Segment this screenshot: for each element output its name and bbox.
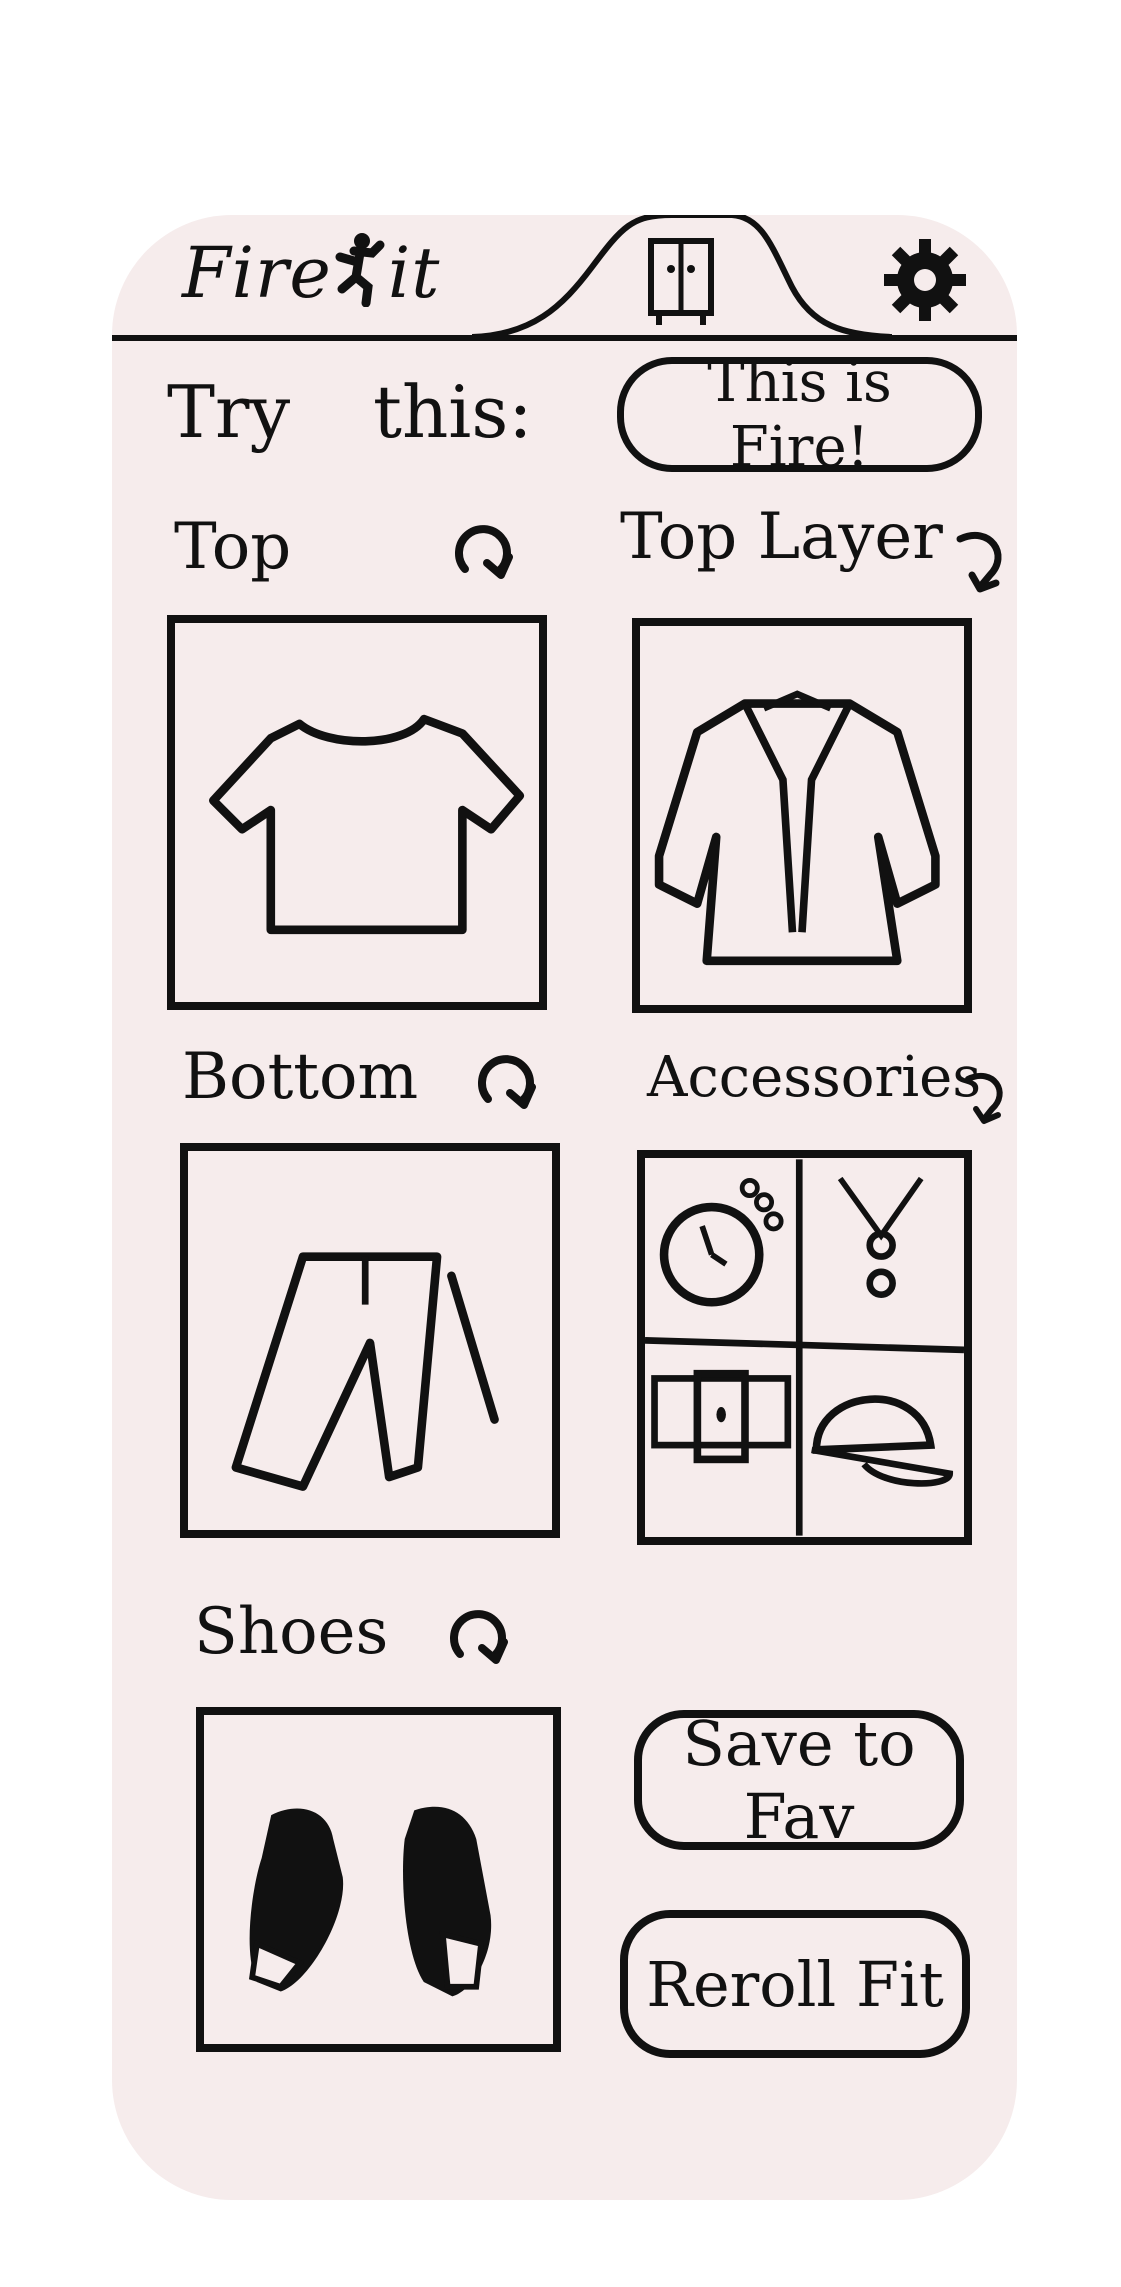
shoes-label: Shoes xyxy=(194,1595,389,1669)
reroll-bottom-icon[interactable] xyxy=(470,1045,544,1119)
reroll-shoes-icon[interactable] xyxy=(442,1600,516,1674)
this-is-fire-button[interactable]: This is Fire! xyxy=(617,350,982,480)
app-header: Fire it xyxy=(112,215,1017,341)
pants-icon xyxy=(231,1252,499,1491)
accessories-item-card[interactable] xyxy=(637,1150,972,1545)
accessories-label: Accessories xyxy=(647,1045,982,1110)
runner-icon xyxy=(335,233,385,307)
jacket-icon xyxy=(654,690,940,966)
top-layer-item-card[interactable] xyxy=(632,618,972,1013)
bottom-label: Bottom xyxy=(182,1040,419,1114)
accessories-icon xyxy=(645,1159,964,1536)
wardrobe-icon[interactable] xyxy=(647,237,715,327)
shoes-icon xyxy=(248,1806,492,1997)
tshirt-icon xyxy=(209,714,525,935)
phone-screen: Fire it Try this: This is Fire! Top Top … xyxy=(112,215,1017,2200)
header-divider xyxy=(112,335,1017,341)
top-item-card[interactable] xyxy=(167,615,547,1010)
logo-text-it: it xyxy=(387,232,441,314)
logo-text-fire: Fire xyxy=(182,232,332,314)
save-to-fav-button[interactable]: Save to Fav xyxy=(634,1707,964,1853)
reroll-top-layer-icon[interactable] xyxy=(950,525,1010,595)
reroll-top-icon[interactable] xyxy=(447,515,521,589)
reroll-accessories-icon[interactable] xyxy=(960,1067,1010,1127)
top-label: Top xyxy=(174,510,292,584)
app-logo: Fire it xyxy=(182,231,440,314)
shoes-item-card[interactable] xyxy=(196,1707,561,2052)
reroll-fit-button[interactable]: Reroll Fit xyxy=(620,1910,970,2058)
bottom-item-card[interactable] xyxy=(180,1143,560,1538)
suggestion-label: Try this: xyxy=(167,370,533,454)
gear-icon[interactable] xyxy=(880,235,970,325)
top-layer-label: Top Layer xyxy=(620,500,943,574)
